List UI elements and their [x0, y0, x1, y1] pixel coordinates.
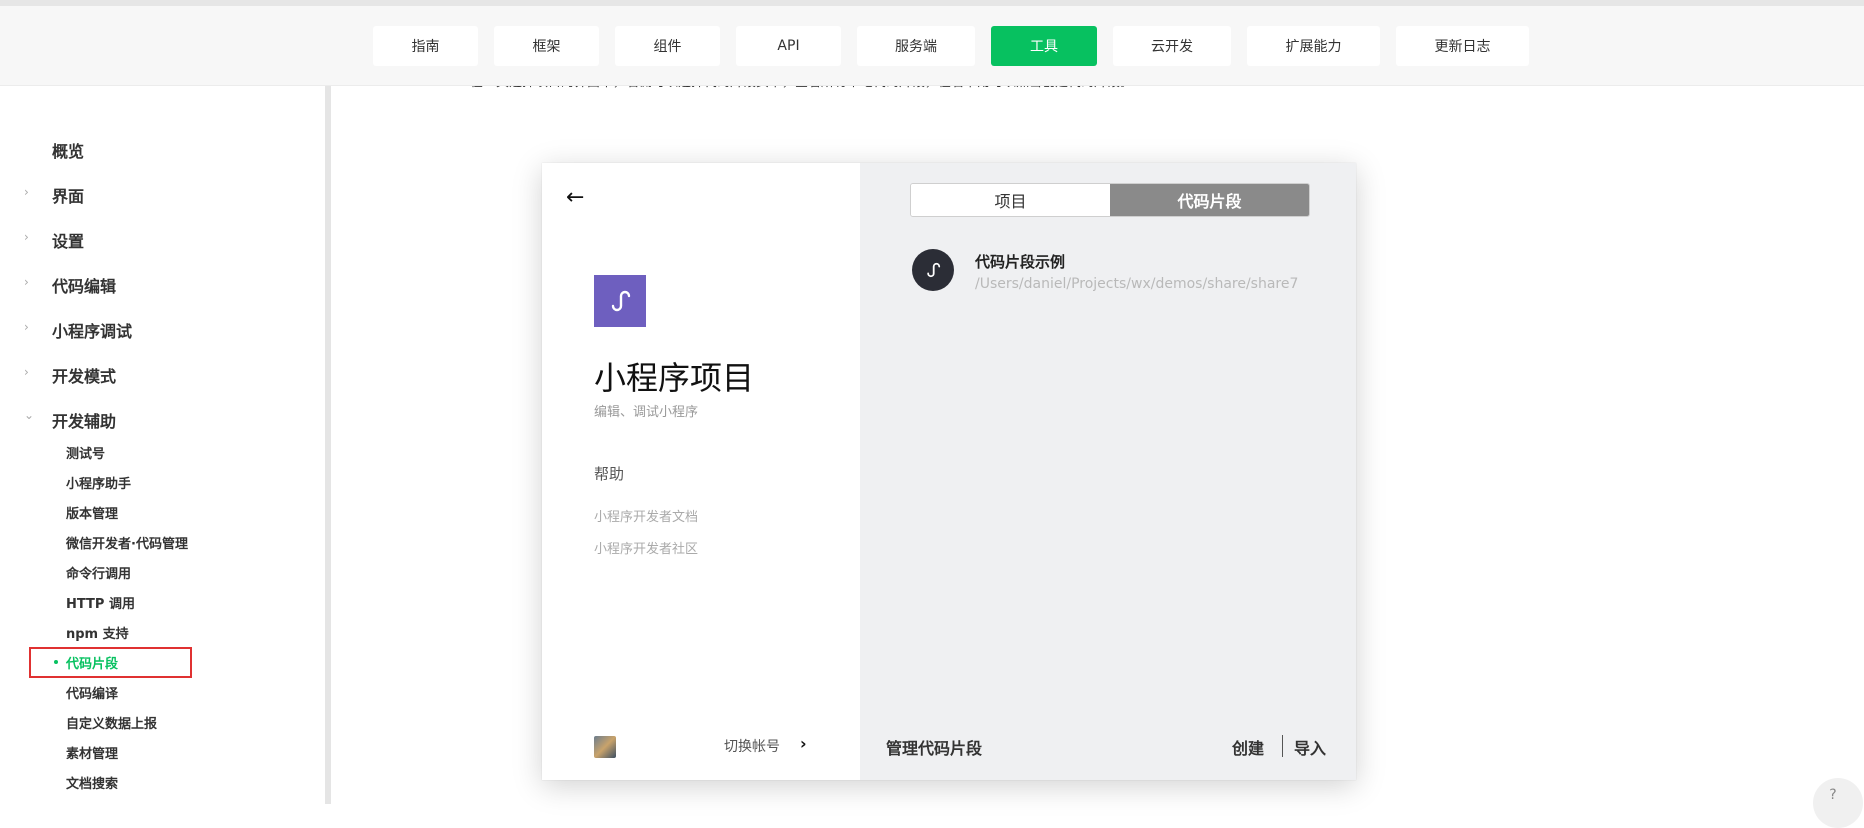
- sidebar-sub-cli[interactable]: 命令行调用: [66, 563, 131, 582]
- project-title: 小程序项目: [594, 359, 755, 397]
- tab-projects[interactable]: 项目: [911, 184, 1110, 216]
- devtool-screenshot: ← 小程序项目 编辑、调试小程序 帮助 小程序开发者文档 小程序开发者社区 切换…: [542, 163, 1356, 780]
- sidebar-item-dev-mode[interactable]: 开发模式: [52, 363, 116, 387]
- chevron-right-icon: ›: [24, 230, 29, 244]
- snippet-path: /Users/daniel/Projects/wx/demos/share/sh…: [975, 276, 1299, 292]
- sidebar-item-dev-assist[interactable]: 开发辅助: [52, 408, 116, 432]
- nav-framework[interactable]: 框架: [494, 26, 599, 66]
- chevron-down-icon: ⌄: [24, 408, 35, 422]
- nav-tools[interactable]: 工具: [991, 26, 1097, 66]
- sidebar-item-settings[interactable]: 设置: [52, 228, 84, 252]
- switch-account-button[interactable]: 切换帐号: [724, 736, 780, 756]
- sidebar-sub-code-management[interactable]: 微信开发者·代码管理: [66, 533, 188, 552]
- nav-bar: 指南 框架 组件 API 服务端 工具 云开发 扩展能力 更新日志: [373, 26, 1529, 66]
- chevron-right-icon: ›: [24, 185, 29, 199]
- tab-code-snippets[interactable]: 代码片段: [1110, 184, 1309, 216]
- chevron-right-icon: ›: [24, 275, 29, 289]
- nav-api[interactable]: API: [736, 26, 841, 66]
- top-navigation: 指南 框架 组件 API 服务端 工具 云开发 扩展能力 更新日志: [0, 0, 1864, 86]
- sidebar: 概览 › 界面 › 设置 › 代码编辑 › 小程序调试 › 开发模式 ⌄ 开发辅…: [0, 86, 325, 804]
- sidebar-item-debugging[interactable]: 小程序调试: [52, 318, 132, 342]
- sidebar-item-overview[interactable]: 概览: [52, 138, 84, 162]
- create-button[interactable]: 创建: [1232, 735, 1264, 759]
- miniprogram-logo-icon: [594, 275, 646, 327]
- snippet-name[interactable]: 代码片段示例: [975, 251, 1065, 272]
- nav-guide[interactable]: 指南: [373, 26, 478, 66]
- help-button[interactable]: ?: [1813, 778, 1863, 828]
- import-button[interactable]: 导入: [1294, 735, 1326, 759]
- panel-tabs: 项目 代码片段: [910, 183, 1310, 217]
- sidebar-sub-http[interactable]: HTTP 调用: [66, 593, 135, 612]
- nav-cloud-dev[interactable]: 云开发: [1113, 26, 1231, 66]
- back-arrow-icon[interactable]: ←: [566, 185, 584, 210]
- nav-server[interactable]: 服务端: [857, 26, 975, 66]
- project-subtitle: 编辑、调试小程序: [594, 405, 699, 420]
- chevron-right-icon: ›: [24, 320, 29, 334]
- divider: [1282, 735, 1283, 757]
- nav-components[interactable]: 组件: [615, 26, 720, 66]
- sidebar-sub-compile[interactable]: 代码编译: [66, 683, 118, 702]
- chevron-right-icon: ›: [24, 365, 29, 379]
- sidebar-divider: [325, 86, 331, 804]
- manage-snippets-label: 管理代码片段: [886, 739, 983, 758]
- help-heading: 帮助: [594, 465, 625, 483]
- sidebar-sub-custom-report[interactable]: 自定义数据上报: [66, 713, 157, 732]
- nav-extensions[interactable]: 扩展能力: [1247, 26, 1380, 66]
- avatar: [594, 736, 616, 758]
- sidebar-item-interface[interactable]: 界面: [52, 183, 84, 207]
- sidebar-sub-assistant[interactable]: 小程序助手: [66, 473, 131, 492]
- chevron-right-icon: ›: [800, 734, 807, 753]
- sidebar-sub-doc-search[interactable]: 文档搜索: [66, 773, 118, 792]
- nav-changelog[interactable]: 更新日志: [1396, 26, 1529, 66]
- snippet-icon: [912, 249, 954, 291]
- sidebar-item-code-editing[interactable]: 代码编辑: [52, 273, 116, 297]
- help-link-docs[interactable]: 小程序开发者文档: [594, 506, 698, 525]
- project-panel: ← 小程序项目 编辑、调试小程序 帮助 小程序开发者文档 小程序开发者社区 切换…: [542, 163, 860, 780]
- sidebar-sub-npm[interactable]: npm 支持: [66, 623, 129, 642]
- sidebar-sub-assets[interactable]: 素材管理: [66, 743, 118, 762]
- sidebar-sub-version-management[interactable]: 版本管理: [66, 503, 118, 522]
- snippet-panel: 项目 代码片段 代码片段示例 /Users/daniel/Projects/wx…: [860, 163, 1356, 780]
- highlight-box: [29, 647, 192, 678]
- sidebar-sub-test-account[interactable]: 测试号: [66, 443, 105, 462]
- help-link-community[interactable]: 小程序开发者社区: [594, 538, 698, 557]
